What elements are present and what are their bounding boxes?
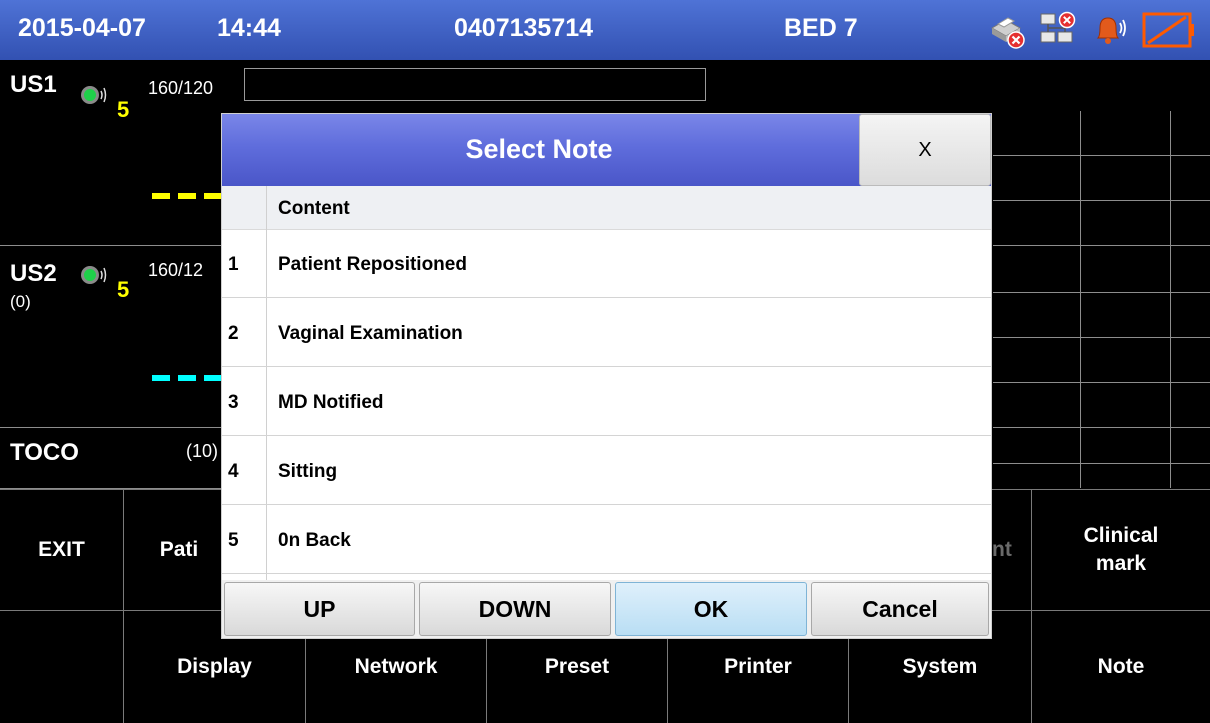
status-bar: 2015-04-07 14:44 0407135714 BED 7	[0, 0, 1210, 60]
item-number: 4	[228, 461, 239, 482]
list-item[interactable]: 1 Patient Repositioned	[222, 230, 991, 298]
us2-trace	[152, 375, 224, 381]
us1-trace	[152, 193, 224, 199]
exit-button[interactable]: EXIT	[0, 490, 123, 610]
down-button[interactable]: DOWN	[419, 582, 611, 636]
item-text: Sitting	[278, 461, 338, 482]
item-text: MD Notified	[278, 392, 384, 413]
item-text: Vaginal Examination	[278, 323, 463, 344]
item-number: 2	[228, 323, 239, 344]
list-item[interactable]: 2 Vaginal Examination	[222, 299, 991, 367]
list-item[interactable]: 4 Sitting	[222, 437, 991, 505]
us2-volume: 5	[117, 277, 130, 302]
select-note-dialog: Select Note X Content 1 Patient Repositi…	[221, 113, 992, 639]
date-label: 2015-04-07	[18, 14, 146, 42]
us1-volume: 5	[117, 97, 130, 122]
us1-label: US1	[10, 71, 57, 98]
printer-error-icon[interactable]	[986, 10, 1026, 50]
us1-trace-box	[244, 68, 706, 101]
list-item[interactable]: 5 0n Back	[222, 506, 991, 574]
item-number: 1	[228, 254, 239, 275]
us2-label: US2	[10, 260, 57, 287]
item-text: Patient Repositioned	[278, 254, 467, 275]
us2-scale: 160/12	[148, 260, 204, 280]
dialog-title: Select Note	[465, 134, 613, 164]
column-header: Content	[222, 186, 991, 230]
item-text: 0n Back	[278, 530, 351, 551]
patient-id-label: 0407135714	[454, 14, 594, 42]
dialog-header: Select Note X	[222, 114, 991, 186]
ok-button[interactable]: OK	[615, 582, 807, 636]
speaker-icon[interactable]	[80, 82, 110, 108]
battery-empty-icon	[1142, 10, 1196, 50]
time-label: 14:44	[217, 14, 281, 42]
up-button[interactable]: UP	[224, 582, 415, 636]
item-number: 3	[228, 392, 239, 413]
item-number: 5	[228, 530, 239, 551]
cancel-button[interactable]: Cancel	[811, 582, 989, 636]
dialog-button-bar: UP DOWN OK Cancel	[222, 580, 991, 638]
us1-scale: 160/120	[148, 78, 214, 98]
us2-sub-value: (0)	[10, 292, 31, 311]
note-button[interactable]: Note	[1032, 611, 1210, 723]
hidden-menu-button[interactable]: nt	[992, 490, 1031, 610]
bed-label: BED 7	[784, 14, 858, 42]
close-button[interactable]: X	[859, 114, 991, 186]
note-list: 1 Patient Repositioned 2 Vaginal Examina…	[222, 230, 991, 580]
clinical-mark-button[interactable]: Clinical mark	[1032, 490, 1210, 610]
toco-label: TOCO	[10, 439, 79, 466]
network-error-icon[interactable]	[1038, 10, 1078, 50]
alarm-bell-icon[interactable]	[1090, 10, 1130, 50]
list-item[interactable]: 3 MD Notified	[222, 368, 991, 436]
content-column-label: Content	[278, 198, 350, 219]
speaker-icon[interactable]	[80, 262, 110, 288]
patient-button[interactable]: Pati	[124, 490, 234, 610]
toco-scale: (10)	[186, 441, 219, 461]
